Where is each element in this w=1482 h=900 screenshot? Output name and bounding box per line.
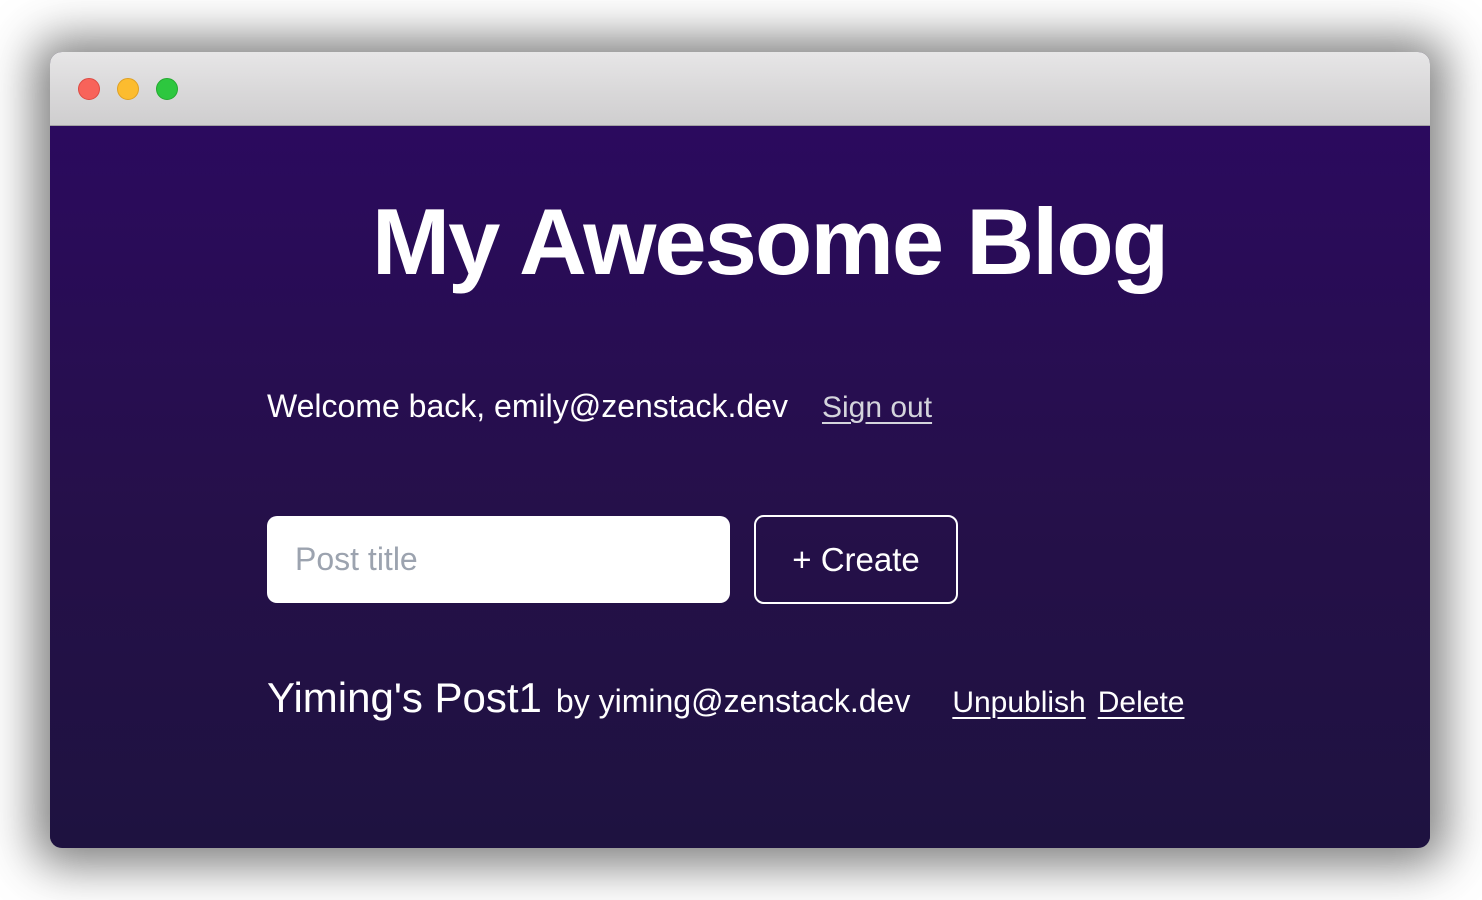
delete-link[interactable]: Delete [1098,686,1185,720]
close-button[interactable] [78,78,100,100]
window-controls [78,78,195,100]
unpublish-link[interactable]: Unpublish [952,686,1085,720]
create-post-button[interactable]: + Create [754,515,958,604]
post-author-text: by yiming@zenstack.dev [556,683,910,720]
window-titlebar [50,52,1430,126]
screenshot-stage: My Awesome Blog Welcome back, emily@zens… [0,0,1482,900]
user-bar: Welcome back, emily@zenstack.dev Sign ou… [267,388,1272,425]
page-title: My Awesome Blog [267,126,1272,296]
post-title-input[interactable] [267,516,730,603]
app-content: My Awesome Blog Welcome back, emily@zens… [50,126,1430,847]
welcome-text: Welcome back, emily@zenstack.dev [267,388,788,425]
post-composer: + Create [267,515,1272,604]
post-actions: Unpublish Delete [952,686,1184,720]
post-title-text: Yiming's Post1 [267,674,542,722]
post-list-item: Yiming's Post1 by yiming@zenstack.dev Un… [267,674,1272,722]
app-window: My Awesome Blog Welcome back, emily@zens… [50,52,1430,848]
zoom-button[interactable] [156,78,178,100]
content-container: My Awesome Blog Welcome back, emily@zens… [267,126,1272,722]
sign-out-link[interactable]: Sign out [822,391,932,425]
minimize-button[interactable] [117,78,139,100]
